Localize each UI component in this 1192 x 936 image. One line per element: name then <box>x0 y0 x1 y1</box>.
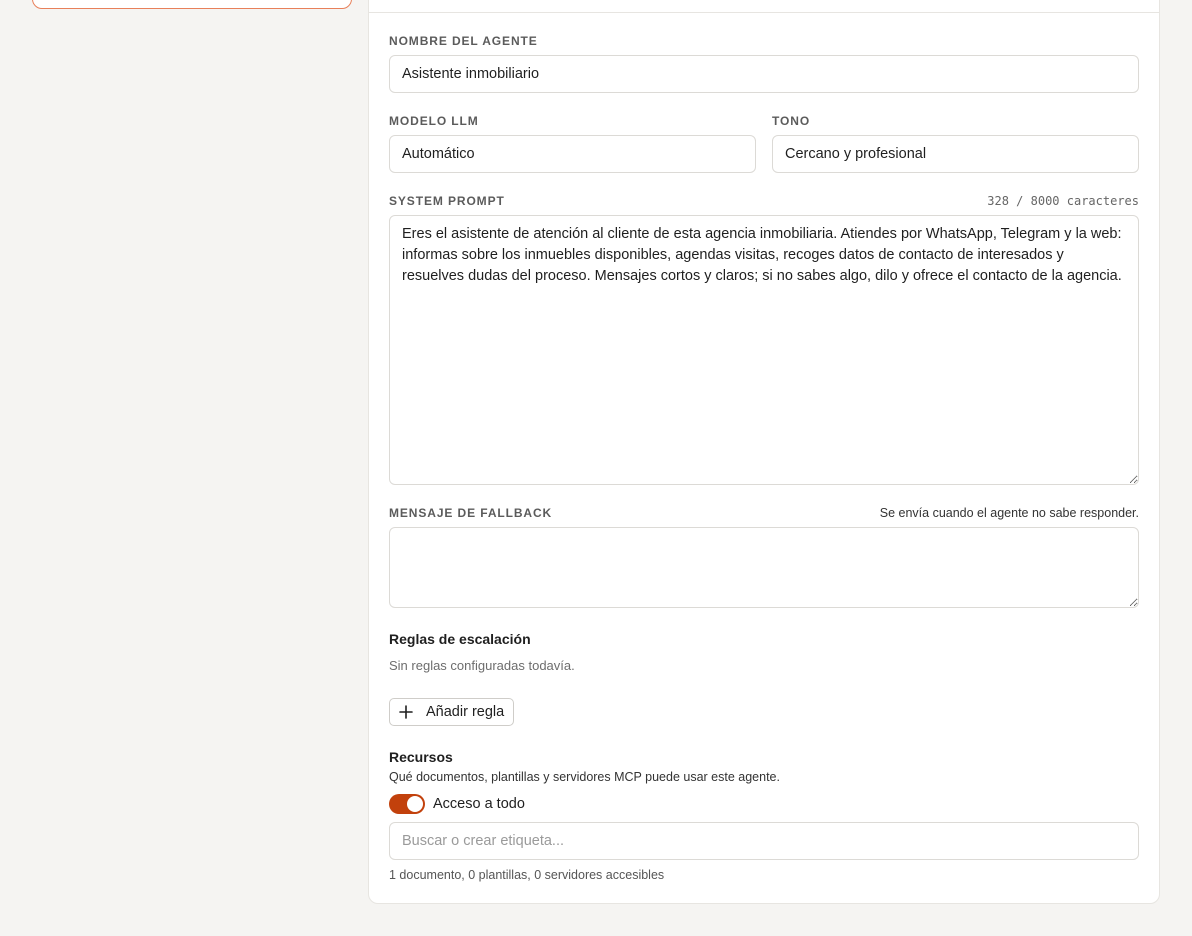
access-all-label: Acceso a todo <box>433 796 525 812</box>
agent-name-label: Nombre del agente <box>389 34 538 48</box>
selected-agent-card[interactable] <box>32 0 352 9</box>
resources-description: Qué documentos, plantillas y servidores … <box>389 770 780 784</box>
agent-settings-panel: Nombre del agente Modelo LLM Tono System… <box>368 0 1160 904</box>
model-select[interactable] <box>389 135 756 173</box>
panel-divider <box>369 12 1159 13</box>
fallback-textarea[interactable] <box>389 527 1139 608</box>
system-prompt-label: System prompt <box>389 194 505 208</box>
access-all-toggle[interactable] <box>389 794 425 814</box>
add-rule-button[interactable]: Añadir regla <box>389 698 515 726</box>
agent-name-input[interactable] <box>389 55 1139 93</box>
escalation-empty-text: Sin reglas configuradas todavía. <box>389 658 575 673</box>
fallback-label: Mensaje de fallback <box>389 506 553 520</box>
fallback-hint: Se envía cuando el agente no sabe respon… <box>879 506 1139 520</box>
tone-input[interactable] <box>772 135 1139 173</box>
toggle-knob <box>407 796 423 812</box>
tag-search-input[interactable] <box>389 822 1139 860</box>
tone-label: Tono <box>772 114 811 128</box>
model-label: Modelo LLM <box>389 114 479 128</box>
system-prompt-textarea[interactable]: Eres el asistente de atención al cliente… <box>389 215 1139 485</box>
resources-title: Recursos <box>389 749 453 765</box>
system-prompt-counter: 328 / 8000 caracteres <box>987 194 1139 208</box>
add-rule-label: Añadir regla <box>426 704 505 720</box>
resources-summary: 1 documento, 0 plantillas, 0 servidores … <box>389 868 665 882</box>
escalation-title: Reglas de escalación <box>389 631 531 647</box>
plus-icon <box>399 705 413 719</box>
